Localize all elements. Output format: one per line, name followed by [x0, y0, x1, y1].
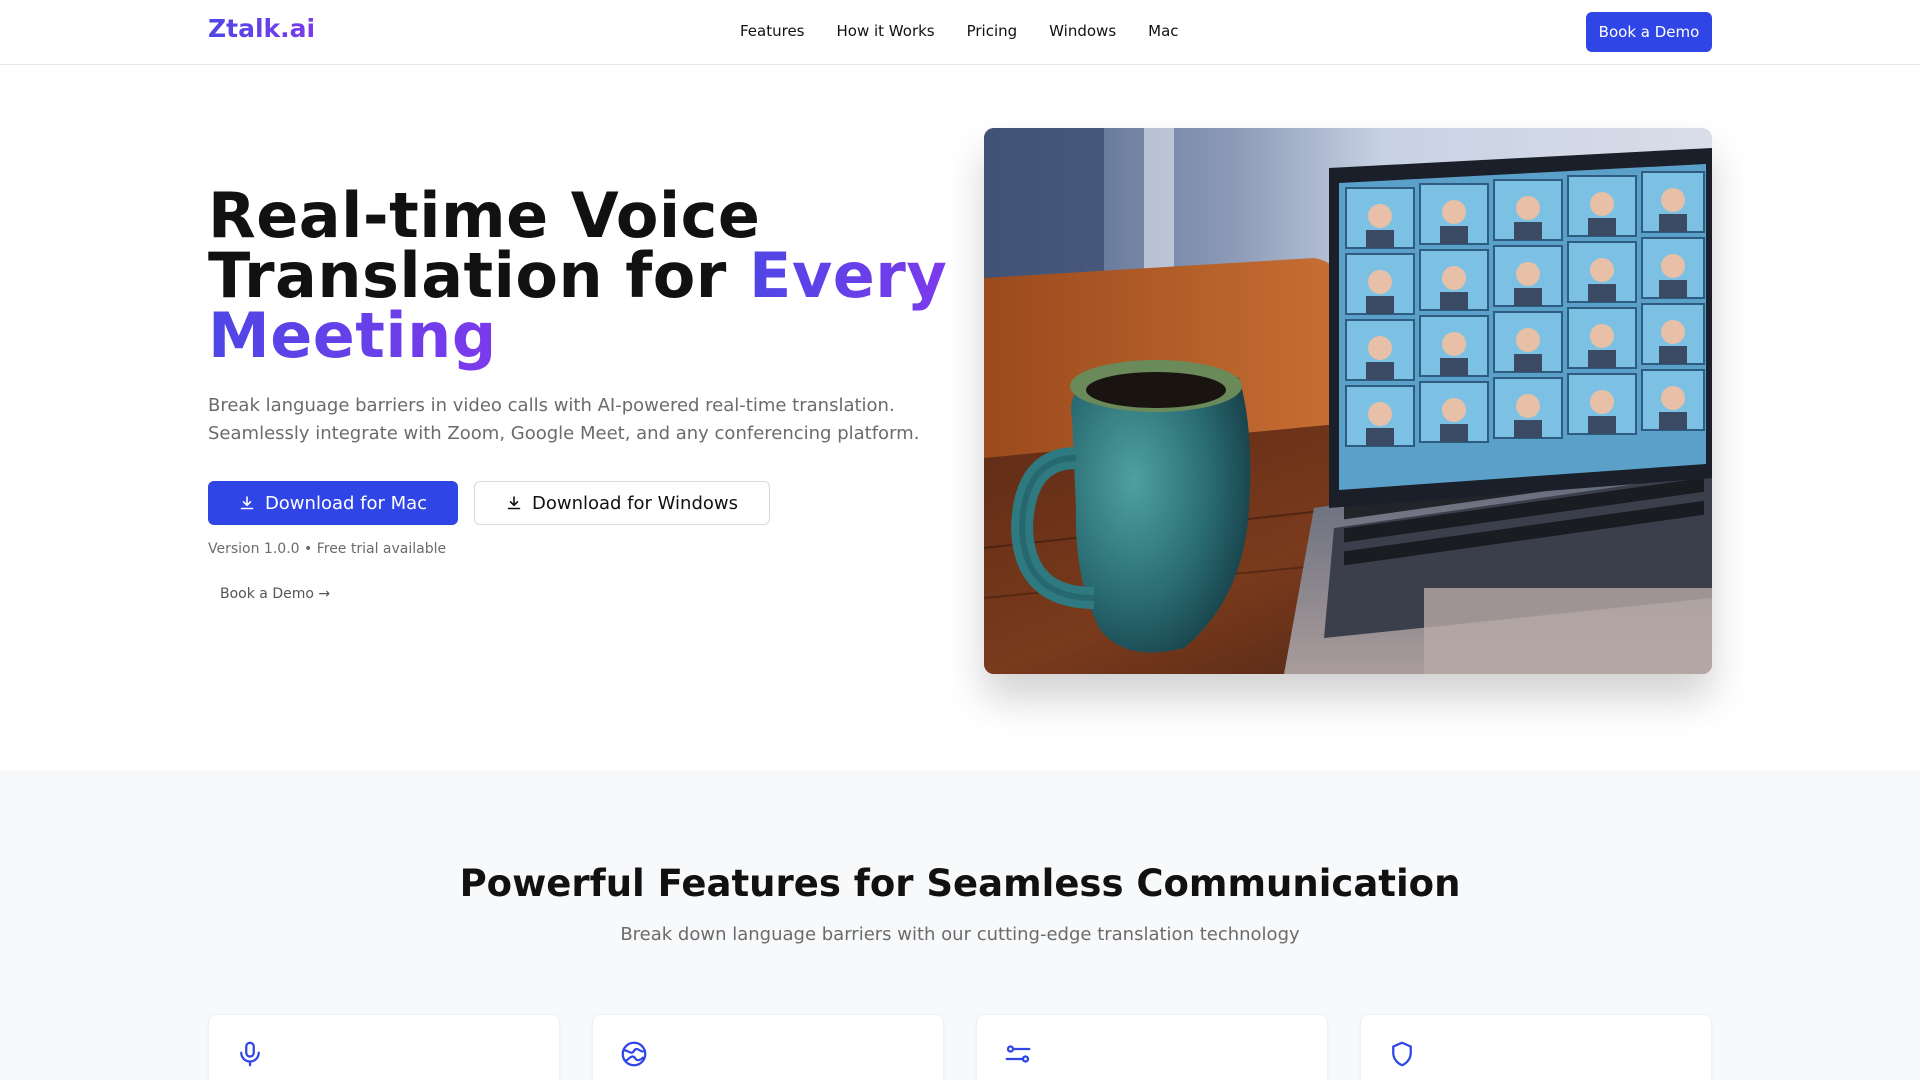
feature-card-integration — [976, 1014, 1328, 1080]
download-icon — [240, 496, 254, 510]
feature-card-voice — [208, 1014, 560, 1080]
brand-logo[interactable]: Ztalk.ai — [208, 14, 315, 43]
hero-title-accent-every: Every — [748, 239, 948, 312]
download-mac-label: Download for Mac — [264, 492, 428, 514]
sliders-icon — [1005, 1045, 1031, 1063]
download-mac-button[interactable]: Download for Mac — [208, 481, 458, 525]
hero-title-line-2: Translation for Every — [208, 245, 968, 307]
feature-card-security — [1360, 1014, 1712, 1080]
download-windows-label: Download for Windows — [531, 492, 738, 514]
features-subtitle: Break down language barriers with our cu… — [620, 924, 1300, 945]
hero-subtitle-line-2: Seamlessly integrate with Zoom, Google M… — [208, 423, 920, 444]
globe-icon — [621, 1041, 647, 1067]
features-title: Powerful Features for Seamless Communica… — [459, 862, 1461, 905]
hero-subtitle: Break language barriers in video calls w… — [208, 392, 968, 448]
nav-links: Features How it Works Pricing Windows Ma… — [740, 22, 1179, 40]
hero-title-line-1: Real-time Voice — [208, 179, 761, 252]
nav-link-mac[interactable]: Mac — [1148, 22, 1178, 40]
hero-illustration — [984, 128, 1712, 674]
top-navbar: Ztalk.ai Features How it Works Pricing W… — [0, 0, 1920, 65]
shield-icon — [1392, 1041, 1412, 1067]
download-icon — [507, 496, 521, 510]
feature-card-languages — [592, 1014, 944, 1080]
nav-link-windows[interactable]: Windows — [1049, 22, 1116, 40]
microphone-icon — [240, 1041, 260, 1067]
nav-link-features[interactable]: Features — [740, 22, 805, 40]
book-demo-button[interactable]: Book a Demo — [1586, 12, 1712, 52]
nav-link-pricing[interactable]: Pricing — [967, 22, 1018, 40]
hero-title: Real-time Voice Translation for Every Me… — [208, 179, 968, 367]
version-note: Version 1.0.0 • Free trial available — [208, 541, 447, 557]
book-demo-link[interactable]: Book a Demo → — [220, 586, 330, 602]
nav-link-how-it-works[interactable]: How it Works — [837, 22, 935, 40]
hero-subtitle-line-1: Break language barriers in video calls w… — [208, 395, 895, 416]
hero-title-accent-meeting: Meeting — [208, 299, 497, 372]
hero-image — [984, 128, 1712, 674]
download-windows-button[interactable]: Download for Windows — [474, 481, 770, 525]
